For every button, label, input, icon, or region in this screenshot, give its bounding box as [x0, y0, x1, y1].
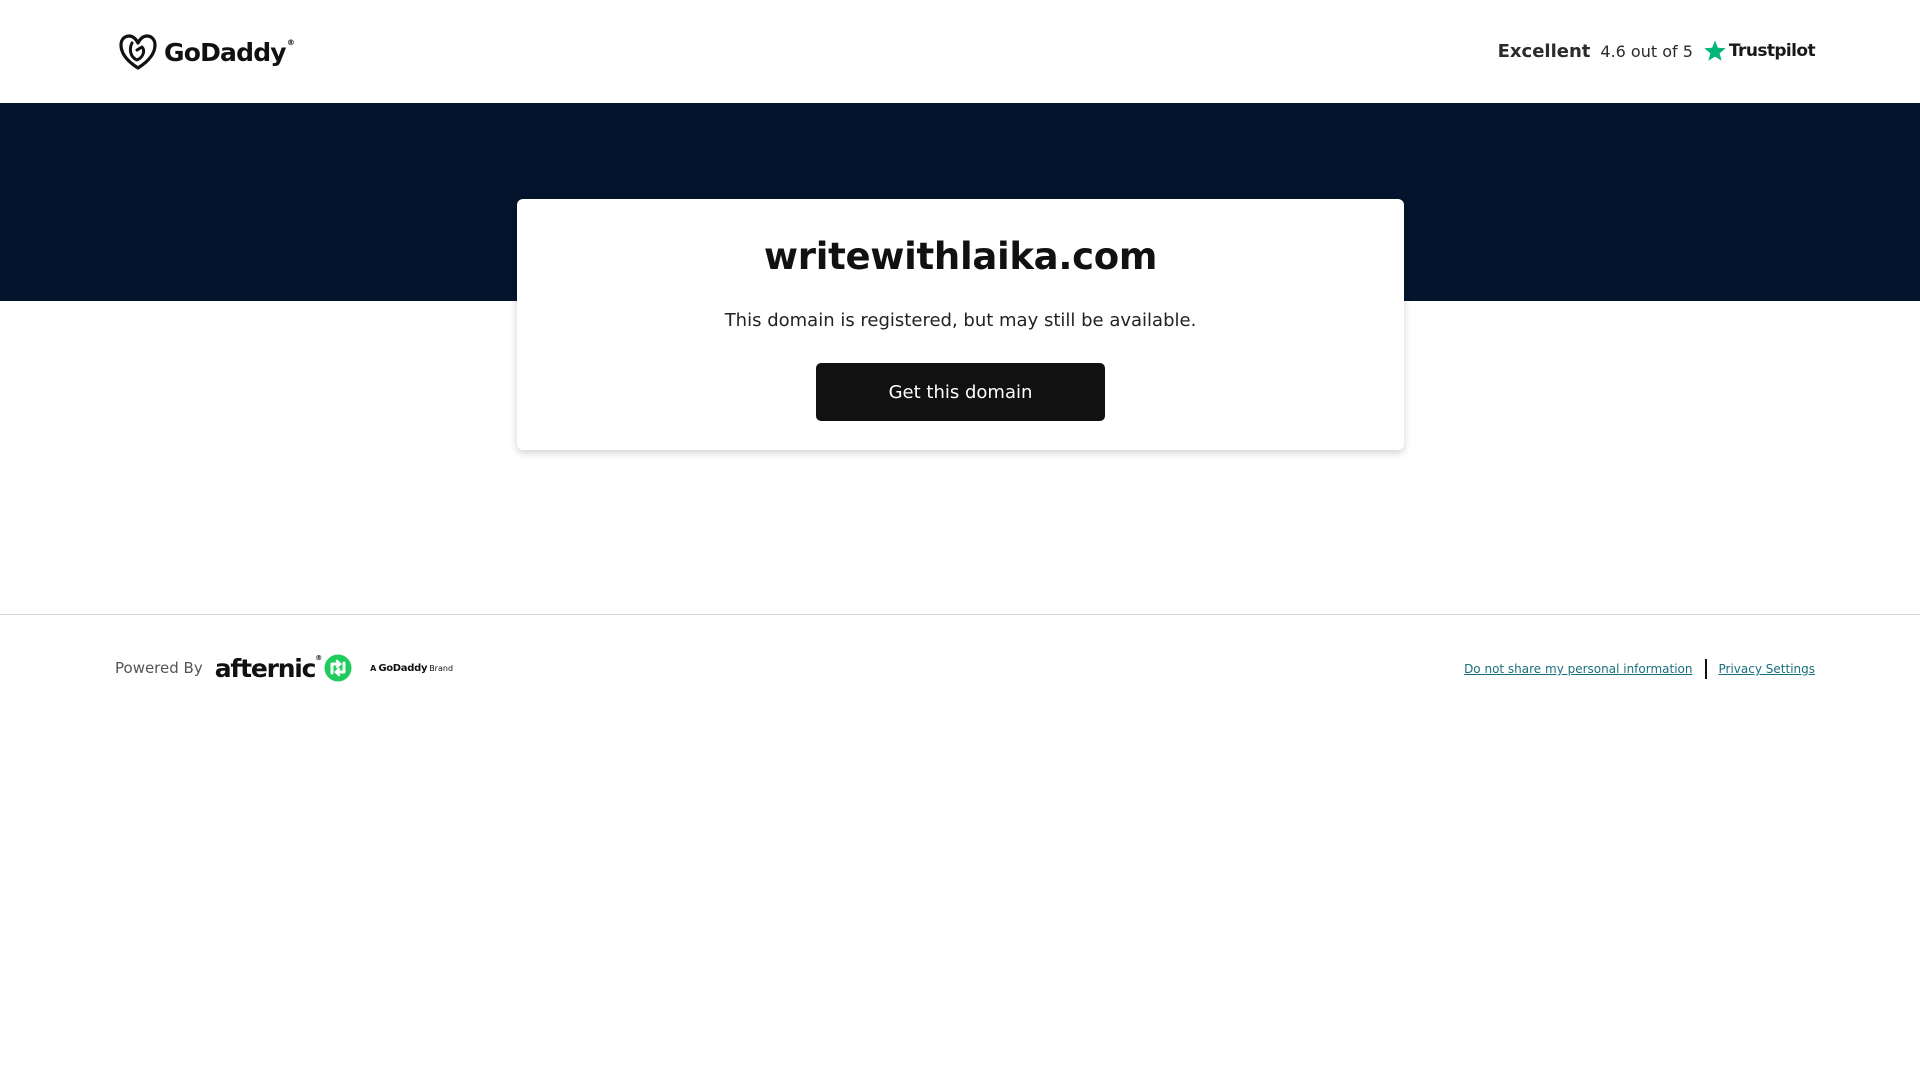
do-not-share-link[interactable]: Do not share my personal information [1464, 662, 1692, 676]
footer-divider [0, 614, 1920, 615]
site-header: GoDaddy® Excellent 4.6 out of 5 Trustpil… [0, 0, 1920, 103]
trustpilot-star-icon [1704, 40, 1726, 61]
trustpilot-brand: Trustpilot [1728, 41, 1816, 61]
powered-by-label: Powered By [115, 659, 203, 677]
domain-status-text: This domain is registered, but may still… [724, 310, 1197, 331]
footer-link-separator [1704, 659, 1707, 679]
trustpilot-rating-word: Excellent [1497, 40, 1591, 62]
afternic-logo[interactable]: afternic® [215, 654, 352, 683]
godaddy-brand-tag: A GoDaddy Brand [370, 662, 454, 674]
godaddy-logo[interactable]: GoDaddy® [118, 33, 295, 71]
afternic-wordmark: afternic® [214, 653, 323, 683]
domain-card: writewithlaika.com This domain is regist… [517, 199, 1404, 450]
powered-by: Powered By afternic® A GoDaddy Brand [115, 651, 453, 685]
trustpilot-score: 4.6 out of 5 [1600, 41, 1693, 61]
afternic-arrows-icon [324, 654, 352, 682]
logo-wordmark: GoDaddy® [164, 37, 295, 67]
domain-name: writewithlaika.com [763, 235, 1158, 278]
trustpilot-rating[interactable]: Excellent 4.6 out of 5 Trustpilot [1497, 34, 1816, 68]
footer-links: Do not share my personal information Pri… [1464, 658, 1815, 680]
godaddy-heart-icon [119, 34, 157, 70]
privacy-settings-link[interactable]: Privacy Settings [1719, 662, 1815, 676]
get-this-domain-button[interactable]: Get this domain [816, 363, 1105, 421]
